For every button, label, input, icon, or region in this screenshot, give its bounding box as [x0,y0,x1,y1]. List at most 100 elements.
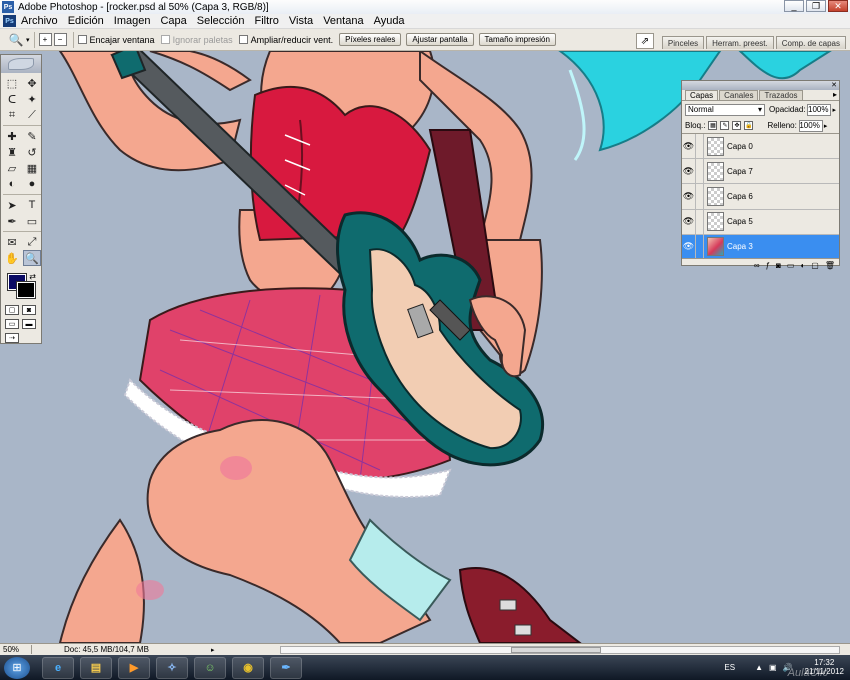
opacity-input[interactable]: 100% [807,103,832,116]
feather-icon[interactable]: ✒ [270,656,302,679]
maximize-button[interactable]: ❐ [806,0,826,12]
tab-canales[interactable]: Canales [719,90,759,100]
gradient-icon[interactable]: ▦ [23,160,41,176]
media-player-icon[interactable]: ▶ [118,656,150,679]
toolbox-header[interactable] [1,55,41,73]
status-menu-arrow-icon[interactable]: ▸ [211,646,215,654]
network-icon[interactable]: ▣ [769,663,777,672]
well-tab-pinceles[interactable]: Pinceles [661,36,705,49]
swap-colors-icon[interactable]: ⇄ [29,272,36,281]
menu-vista[interactable]: Vista [284,15,318,27]
zoom-icon[interactable]: 🔍 [8,32,24,48]
jump-to-imageready-icon[interactable]: ⇢ [5,333,19,343]
lock-pixels-icon[interactable]: ✎ [720,121,730,130]
layer-row[interactable]: 👁 Capa 5 [682,209,839,235]
minimize-button[interactable]: _ [784,0,804,12]
hand-icon[interactable]: ✋ [3,250,21,266]
feather-logo-icon[interactable] [8,58,34,70]
lock-all-icon[interactable]: 🔒 [744,121,754,130]
start-button[interactable]: ⊞ [4,656,30,679]
lock-position-icon[interactable]: ✥ [732,121,742,130]
tab-capas[interactable]: Capas [685,90,719,100]
slice-icon[interactable]: ⟋ [23,107,41,123]
fit-window-checkbox[interactable]: Encajar ventana [77,35,155,45]
lasso-icon[interactable]: ᑕ [3,91,21,107]
layer-set-icon[interactable]: ▭ [787,261,795,270]
zoom-icon[interactable]: 🔍 [23,250,41,266]
blur-icon[interactable]: ◐ [3,176,21,192]
notes-icon[interactable]: ✉ [3,234,21,250]
layers-panel-header[interactable]: ✕ [682,81,839,90]
zoom-in-icon[interactable]: + [38,33,52,46]
shape-icon[interactable]: ▭ [23,213,41,229]
blend-mode-select[interactable]: Normal ▾ [685,103,766,116]
menu-ventana[interactable]: Ventana [318,15,368,27]
crop-icon[interactable]: ⌗ [3,107,21,123]
fill-input[interactable]: 100% [798,119,823,132]
language-indicator[interactable]: ES [724,663,735,672]
quick-mask-icon[interactable]: ◙ [22,305,36,315]
eye-icon[interactable]: 👁 [682,159,696,184]
tray-arrow-icon[interactable]: ▲ [755,663,763,672]
screen-mode-full-icon[interactable]: ▬ [22,319,36,329]
adjustment-layer-icon[interactable]: ◐ [800,261,805,270]
scrollbar-thumb[interactable] [511,647,601,653]
menu-filtro[interactable]: Filtro [249,15,283,27]
messenger-icon[interactable]: ☺ [194,656,226,679]
fit-screen-button[interactable]: Ajustar pantalla [406,33,474,46]
layer-row-selected[interactable]: 👁 Capa 3 [682,234,839,258]
marquee-icon[interactable]: ⬚ [3,75,21,91]
healing-brush-icon[interactable]: ✚ [3,128,21,144]
menu-capa[interactable]: Capa [155,15,191,27]
well-tab-comp-capas[interactable]: Comp. de capas [775,36,846,49]
file-browser-icon[interactable]: ⇗ [635,33,654,49]
layer-style-icon[interactable]: ƒ [766,261,770,270]
layer-row[interactable]: 👁 Capa 6 [682,184,839,210]
photoshop-icon[interactable]: ✧ [156,656,188,679]
document-icon[interactable]: Ps [3,15,16,27]
layer-row[interactable]: 👁 Capa 7 [682,159,839,185]
link-layers-icon[interactable]: ∞ [754,261,760,270]
standard-mode-icon[interactable]: ▢ [5,305,19,315]
screen-mode-standard-icon[interactable]: ▭ [5,319,19,329]
eraser-icon[interactable]: ▱ [3,160,21,176]
magic-wand-icon[interactable]: ✦ [23,91,41,107]
move-icon[interactable]: ✥ [23,75,41,91]
type-icon[interactable]: T [23,197,41,213]
history-brush-icon[interactable]: ↺ [23,144,41,160]
panel-menu-icon[interactable]: ▸ [833,90,837,100]
opacity-arrow-icon[interactable]: ▸ [832,106,836,114]
menu-seleccion[interactable]: Selección [192,15,250,27]
resize-window-checkbox[interactable]: Ampliar/reducir vent. [238,35,333,45]
print-size-button[interactable]: Tamaño impresión [478,33,556,46]
tab-trazados[interactable]: Trazados [759,90,803,100]
well-tab-herram-preest[interactable]: Herram. preest. [706,36,774,49]
brush-icon[interactable]: ✎ [23,128,41,144]
eye-icon[interactable]: 👁 [682,234,696,258]
menu-imagen[interactable]: Imagen [109,15,156,27]
actual-pixels-button[interactable]: Píxeles reales [339,33,402,46]
fill-arrow-icon[interactable]: ▸ [824,122,828,130]
panel-close-icon[interactable]: ✕ [831,82,837,89]
horizontal-scrollbar[interactable] [280,646,840,654]
close-button[interactable]: ✕ [828,0,848,12]
eye-icon[interactable]: 👁 [682,184,696,209]
eyedropper-icon[interactable]: ⤢ [23,234,41,250]
background-color-swatch[interactable] [16,281,36,299]
menu-archivo[interactable]: Archivo [16,15,63,27]
file-explorer-icon[interactable]: ▤ [80,656,112,679]
eye-icon[interactable]: 👁 [682,134,696,159]
zoom-out-icon[interactable]: − [53,33,67,46]
layer-row[interactable]: 👁 Capa 0 [682,134,839,160]
internet-explorer-icon[interactable]: e [42,656,74,679]
clone-stamp-icon[interactable]: ♜ [3,144,21,160]
tool-preset-arrow-icon[interactable]: ▾ [26,36,30,44]
lock-transparency-icon[interactable]: ▦ [708,121,718,130]
menu-ayuda[interactable]: Ayuda [369,15,410,27]
layer-mask-icon[interactable]: ◙ [776,261,781,270]
dodge-icon[interactable]: ● [23,176,41,192]
chrome-icon[interactable]: ◉ [232,656,264,679]
new-layer-icon[interactable]: ▢ [811,261,819,270]
path-selection-icon[interactable]: ➤ [3,197,21,213]
menu-edicion[interactable]: Edición [63,15,109,27]
